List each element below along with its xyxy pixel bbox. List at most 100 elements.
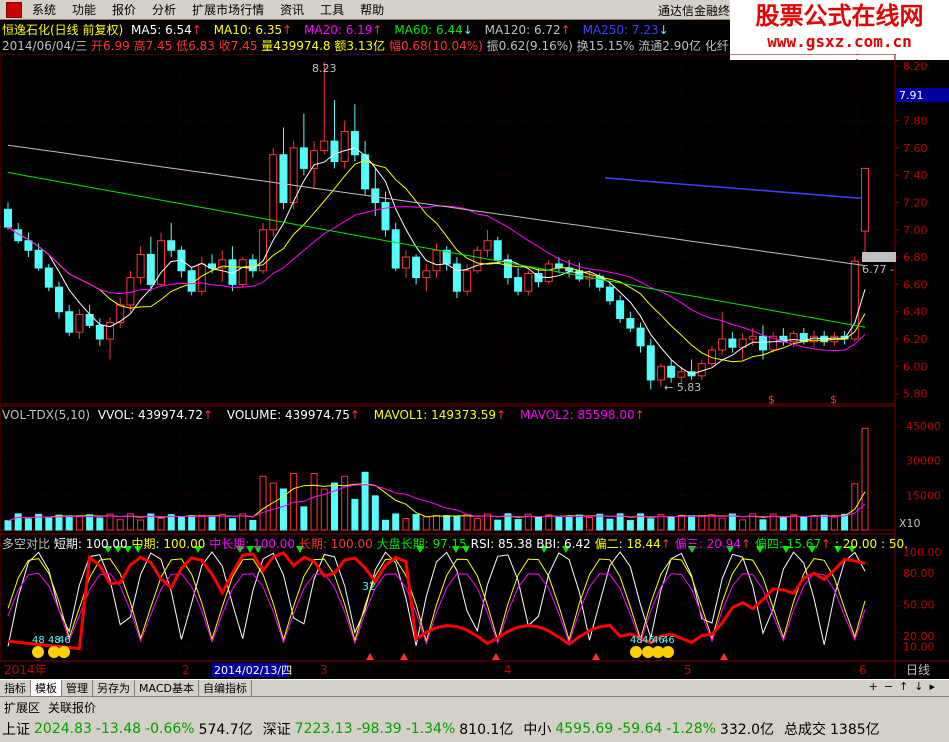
- menu-news[interactable]: 资讯: [272, 1, 312, 18]
- low-price: 低6.83: [176, 39, 215, 53]
- volume-panel-frame: [0, 405, 896, 531]
- menu-help[interactable]: 帮助: [352, 1, 392, 18]
- vol-indicator-name[interactable]: VOL-TDX(5,10): [2, 408, 90, 422]
- candle-body: [748, 335, 757, 340]
- candle-body: [371, 188, 380, 204]
- kline-chart[interactable]: $$ 3248484648464646 8.208.007.807.607.40…: [0, 54, 949, 679]
- candle-body: [381, 202, 390, 231]
- tab-custom[interactable]: 自编指标: [199, 680, 252, 696]
- stock-name[interactable]: 恒逸石化(日线 前复权): [2, 23, 123, 37]
- tab-macd[interactable]: MACD基本: [135, 680, 199, 696]
- tab-ext-area[interactable]: 扩展区: [4, 699, 40, 716]
- quote-header: 2014/06/04/三 开6.99 高7.45 低6.83 收7.45 量43…: [2, 38, 729, 54]
- volume-bar: [341, 475, 349, 531]
- ma20-line: [7, 205, 866, 352]
- volume-bar: [555, 515, 563, 531]
- menu-system[interactable]: 系统: [24, 1, 64, 18]
- mid-term: 中期: 100.00: [131, 537, 206, 551]
- candle-body: [861, 167, 869, 232]
- ma-header: 恒逸石化(日线 前复权) MA5: 6.54↑ MA10: 6.35↑ MA20…: [2, 23, 669, 37]
- candle-body: [493, 240, 502, 261]
- volume-bar: [402, 518, 410, 531]
- volume-bar: [86, 514, 94, 531]
- mavol1-value: MAVOL1: 149373.59: [373, 408, 497, 422]
- candlesticks: [4, 61, 869, 390]
- ind-label: 100.00: [903, 546, 942, 559]
- price-label: 8.20: [903, 60, 928, 73]
- candle-body: [758, 335, 767, 351]
- low-mark-label: ← 5.83: [664, 381, 701, 394]
- short-term-line: [7, 551, 866, 647]
- volume-bar: [433, 515, 440, 531]
- menu-ext-market[interactable]: 扩展市场行情: [184, 1, 272, 18]
- volume-bar: [198, 514, 206, 531]
- ma60-value: MA60: 6.44: [394, 23, 463, 37]
- volume-bar: [96, 517, 104, 531]
- sh-change: -13.48: [95, 721, 142, 737]
- buy-arrow-icon: [592, 653, 600, 660]
- chart-nav-buttons[interactable]: +−↑↓▸: [869, 680, 941, 693]
- current-price-label: 7.91: [899, 89, 924, 102]
- price-label: 6.80: [903, 251, 928, 264]
- volume-bar: [463, 514, 471, 531]
- candle-body: [350, 131, 359, 156]
- market-status-bar: 上证 2024.83 -13.48 -0.66% 574.7亿 深证 7223.…: [0, 716, 949, 742]
- tab-save-as[interactable]: 另存为: [93, 680, 135, 696]
- volume-bar: [45, 516, 53, 531]
- sh-value: 2024.83: [34, 721, 92, 737]
- month-label: 5: [684, 663, 692, 677]
- month-label: 3: [320, 663, 328, 677]
- tab-template[interactable]: 模板: [31, 680, 62, 696]
- zx-name[interactable]: 中小: [523, 719, 551, 739]
- candle-body: [483, 240, 492, 251]
- volume-bar: [4, 520, 12, 531]
- logo-line1: 股票公式在线网: [755, 2, 924, 30]
- tab-manage[interactable]: 管理: [62, 680, 93, 696]
- broker-title: 通达信金融终: [658, 4, 731, 18]
- volume-bar: [606, 518, 614, 531]
- smile-label: 46: [58, 635, 71, 646]
- amount: 额3.13亿: [334, 39, 386, 53]
- smile-icon: [662, 646, 674, 658]
- volume-bar: [677, 514, 685, 531]
- marker-label: 6.77 -: [862, 263, 894, 276]
- indicator-name[interactable]: 多空对比: [2, 537, 50, 551]
- volume-bar: [177, 516, 185, 531]
- vol-header: VOL-TDX(5,10) VVOL: 439974.72↑ VOLUME: 4…: [2, 408, 645, 422]
- candle-body: [473, 249, 482, 272]
- volume-bar: [626, 520, 634, 531]
- volume-bar: [565, 515, 573, 531]
- volume-bar: [779, 517, 787, 531]
- high-price: 高7.45: [133, 39, 173, 53]
- volume-bar: [718, 517, 726, 531]
- volume-bar: [24, 518, 32, 531]
- candle-body: [44, 267, 53, 288]
- volume-bar: [157, 517, 165, 531]
- sz-name[interactable]: 深证: [263, 719, 291, 739]
- indicator-lines: 3248 4846 48 464646: [7, 546, 866, 660]
- candle-body: [789, 333, 798, 343]
- volume-bar: [116, 519, 124, 531]
- volume-bar: [586, 516, 594, 531]
- buy-arrow-icon: [400, 653, 408, 660]
- volume-bar: [443, 515, 451, 531]
- zx-percent: -1.28%: [666, 721, 716, 737]
- bbi-value: BBI: 6.42: [536, 537, 591, 551]
- volume-bar: [208, 516, 216, 531]
- menu-analysis[interactable]: 分析: [144, 1, 184, 18]
- menu-function[interactable]: 功能: [64, 1, 104, 18]
- date-info: 2014/06/04/三: [2, 39, 88, 53]
- total-amount: 1385亿: [830, 722, 880, 738]
- candle-body: [279, 154, 288, 203]
- tab-related-quote[interactable]: 关联报价: [48, 699, 96, 716]
- sh-name[interactable]: 上证: [2, 719, 30, 739]
- menu-quote[interactable]: 报价: [104, 1, 144, 18]
- volume-bar: [75, 515, 83, 531]
- cursor-date: 2014/02/13/四: [214, 664, 292, 677]
- mid-long-term: 中长期: 100.00: [209, 537, 296, 551]
- volume-bar: [228, 518, 236, 531]
- price-axis: 8.208.007.807.607.407.207.006.806.606.40…: [4, 60, 949, 677]
- ma20-value: MA20: 6.19: [304, 23, 373, 37]
- tab-indicator[interactable]: 指标: [0, 680, 31, 696]
- menu-tools[interactable]: 工具: [312, 1, 352, 18]
